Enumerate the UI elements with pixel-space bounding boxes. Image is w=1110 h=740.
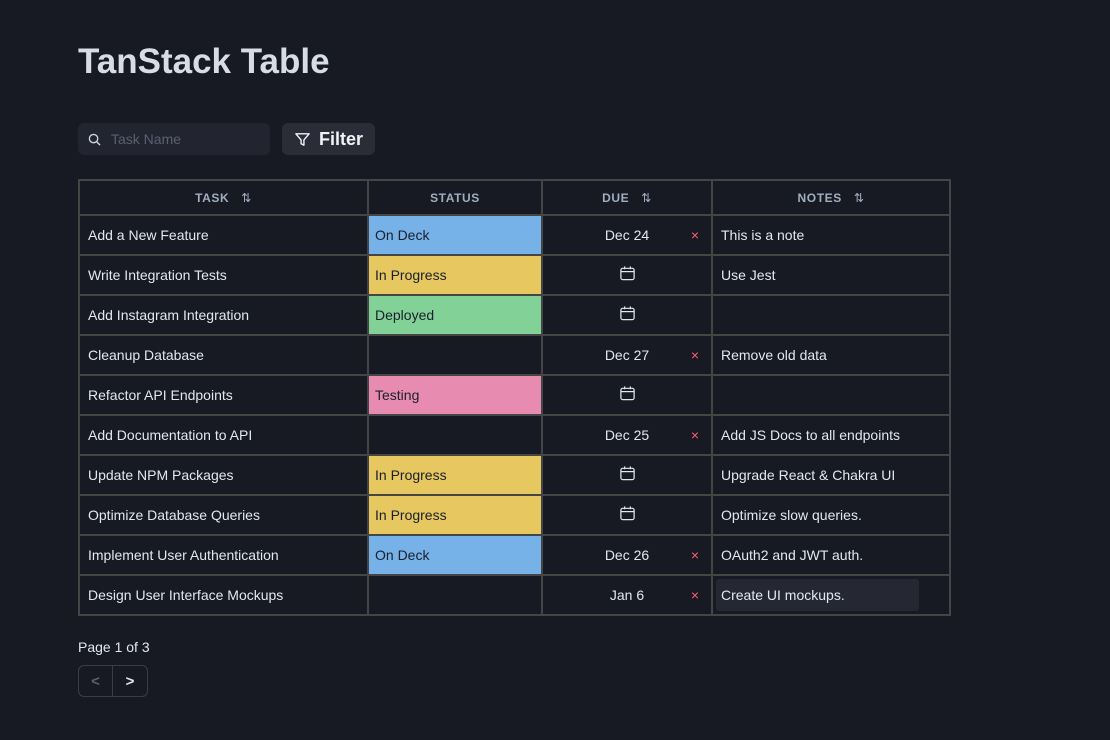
due-cell[interactable] — [541, 494, 713, 536]
table-row: Write Integration Tests In Progress Use … — [78, 254, 951, 296]
pagination-controls: < > — [78, 665, 148, 697]
clear-date-icon[interactable]: × — [691, 227, 699, 243]
notes-input[interactable]: Create UI mockups. — [716, 579, 919, 611]
status-cell[interactable] — [367, 334, 543, 376]
sort-icon[interactable]: ⇅ — [241, 191, 252, 205]
notes-cell[interactable] — [711, 374, 951, 416]
due-cell[interactable]: Jan 6 × — [541, 574, 713, 616]
task-cell[interactable]: Write Integration Tests — [78, 254, 369, 296]
task-cell[interactable]: Cleanup Database — [78, 334, 369, 376]
clear-date-icon[interactable]: × — [691, 587, 699, 603]
table-row: Add Documentation to API Dec 25 × Add JS … — [78, 414, 951, 456]
table-row: Add Instagram Integration Deployed — [78, 294, 951, 336]
table-row: Implement User Authentication On Deck De… — [78, 534, 951, 576]
filter-label: Filter — [318, 128, 363, 149]
calendar-icon[interactable] — [619, 385, 636, 402]
status-cell[interactable]: On Deck — [367, 534, 543, 576]
due-date: Dec 25 — [604, 427, 650, 443]
status-cell[interactable]: On Deck — [367, 214, 543, 256]
due-cell[interactable] — [541, 374, 713, 416]
calendar-icon[interactable] — [619, 505, 636, 522]
task-cell[interactable]: Implement User Authentication — [78, 534, 369, 576]
due-date: Jan 6 — [609, 587, 645, 603]
next-page-button[interactable]: > — [113, 666, 147, 696]
previous-page-button[interactable]: < — [79, 666, 113, 696]
notes-cell[interactable]: This is a note — [711, 214, 951, 256]
calendar-icon[interactable] — [619, 305, 636, 322]
clear-date-icon[interactable]: × — [691, 347, 699, 363]
page-indicator: Page 1 of 3 — [78, 639, 150, 655]
task-cell[interactable]: Update NPM Packages — [78, 454, 369, 496]
due-cell[interactable] — [541, 454, 713, 496]
filter-icon — [295, 132, 310, 146]
notes-cell[interactable]: Add JS Docs to all endpoints — [711, 414, 951, 456]
clear-date-icon[interactable]: × — [691, 427, 699, 443]
notes-cell[interactable] — [711, 294, 951, 336]
search-icon — [88, 133, 101, 146]
table-row: Add a New Feature On Deck Dec 24 × This i… — [78, 214, 951, 256]
status-cell[interactable]: Testing — [367, 374, 543, 416]
column-header-notes[interactable]: NOTES ⇅ — [711, 179, 951, 216]
table-row: Update NPM Packages In Progress Upgrade … — [78, 454, 951, 496]
calendar-icon[interactable] — [619, 265, 636, 282]
page-title: TanStack Table — [78, 42, 330, 81]
column-header-task[interactable]: TASK ⇅ — [78, 179, 369, 216]
status-cell[interactable]: In Progress — [367, 254, 543, 296]
table-row: Design User Interface Mockups Jan 6 × Cre… — [78, 574, 951, 616]
notes-cell[interactable]: Upgrade React & Chakra UI — [711, 454, 951, 496]
notes-cell[interactable]: Create UI mockups. — [711, 574, 951, 616]
due-cell[interactable] — [541, 294, 713, 336]
tasks-table: TASK ⇅ STATUS DUE ⇅ NOTES ⇅ Add a New Featu… — [78, 179, 951, 616]
due-date: Dec 27 — [604, 347, 650, 363]
due-cell[interactable] — [541, 254, 713, 296]
notes-cell[interactable]: Remove old data — [711, 334, 951, 376]
clear-date-icon[interactable]: × — [691, 547, 699, 563]
notes-cell[interactable]: Use Jest — [711, 254, 951, 296]
task-cell[interactable]: Design User Interface Mockups — [78, 574, 369, 616]
task-cell[interactable]: Refactor API Endpoints — [78, 374, 369, 416]
filter-button[interactable]: Filter — [282, 123, 375, 155]
calendar-icon[interactable] — [619, 465, 636, 482]
status-cell[interactable] — [367, 414, 543, 456]
due-cell[interactable]: Dec 25 × — [541, 414, 713, 456]
table-row: Cleanup Database Dec 27 × Remove old data — [78, 334, 951, 376]
task-cell[interactable]: Add a New Feature — [78, 214, 369, 256]
notes-cell[interactable]: OAuth2 and JWT auth. — [711, 534, 951, 576]
notes-cell[interactable]: Optimize slow queries. — [711, 494, 951, 536]
table-row: Refactor API Endpoints Testing — [78, 374, 951, 416]
due-date: Dec 24 — [604, 227, 650, 243]
task-cell[interactable]: Add Instagram Integration — [78, 294, 369, 336]
status-cell[interactable]: In Progress — [367, 494, 543, 536]
status-cell[interactable]: Deployed — [367, 294, 543, 336]
due-cell[interactable]: Dec 26 × — [541, 534, 713, 576]
sort-icon[interactable]: ⇅ — [854, 191, 865, 205]
due-cell[interactable]: Dec 27 × — [541, 334, 713, 376]
task-cell[interactable]: Optimize Database Queries — [78, 494, 369, 536]
search-box[interactable] — [78, 123, 270, 155]
task-cell[interactable]: Add Documentation to API — [78, 414, 369, 456]
column-header-status: STATUS — [367, 179, 543, 216]
status-cell[interactable]: In Progress — [367, 454, 543, 496]
column-header-due[interactable]: DUE ⇅ — [541, 179, 713, 216]
sort-icon[interactable]: ⇅ — [641, 191, 652, 205]
task-name-search-input[interactable] — [111, 131, 261, 147]
table-row: Optimize Database Queries In Progress Op… — [78, 494, 951, 536]
due-date: Dec 26 — [604, 547, 650, 563]
due-cell[interactable]: Dec 24 × — [541, 214, 713, 256]
status-cell[interactable] — [367, 574, 543, 616]
